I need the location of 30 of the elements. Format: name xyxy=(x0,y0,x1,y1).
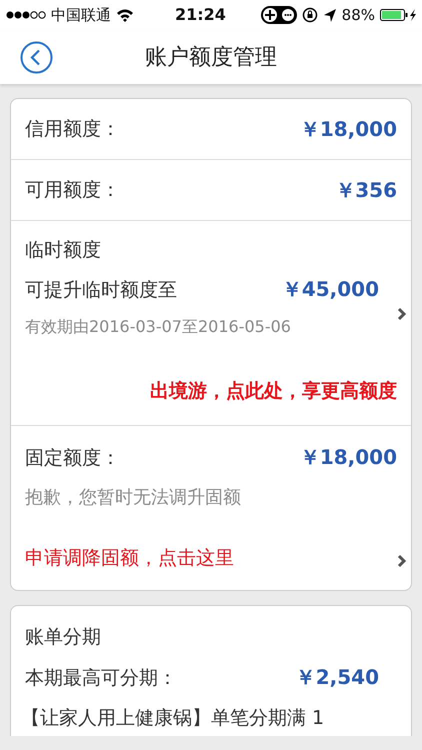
quota-label: 固定额度： xyxy=(25,446,120,470)
amount: ￥18,000 xyxy=(300,444,397,471)
wifi-icon xyxy=(116,8,134,22)
location-icon xyxy=(322,8,337,22)
amount: ￥356 xyxy=(335,176,397,204)
back-button[interactable] xyxy=(20,41,53,74)
credit-label: 信用额度： xyxy=(25,117,120,142)
carrier: 中国联通 xyxy=(51,6,111,24)
section-title: 账单分期 xyxy=(25,625,102,650)
page-title: 账户额度管理 xyxy=(145,44,277,72)
app-icons xyxy=(260,6,297,24)
section-title: 临时额度 xyxy=(25,238,102,263)
promo-text: 【让家人用上健康锅】单笔分期满 1 xyxy=(21,706,326,731)
chevron-icon xyxy=(397,307,407,321)
amount: ￥2,540 xyxy=(296,664,379,691)
quota-label: 可提升临时额度至 xyxy=(25,278,177,302)
notice-text: 抱歉，您暂时无法调升固额 xyxy=(25,486,242,509)
amount: ￥45,000 xyxy=(282,276,379,303)
battery-icon xyxy=(380,9,416,21)
time: 21:24 xyxy=(175,5,226,24)
validity-note: 有效期由2016-03-07至2016-05-06 xyxy=(25,317,292,338)
battery-percent: 88% xyxy=(342,6,375,24)
credit-label: 可用额度： xyxy=(25,178,120,203)
adjust-link[interactable]: 申请调降固额，点击这里 xyxy=(25,545,234,571)
promo-link[interactable]: 出境游，点此处，享更高额度 xyxy=(150,378,397,404)
amount: ￥18,000 xyxy=(300,116,397,142)
installment-label: 本期最高可分期： xyxy=(25,666,177,690)
signal-icon xyxy=(6,10,46,20)
rotation-lock-icon xyxy=(302,7,318,23)
chevron-icon xyxy=(397,554,407,568)
